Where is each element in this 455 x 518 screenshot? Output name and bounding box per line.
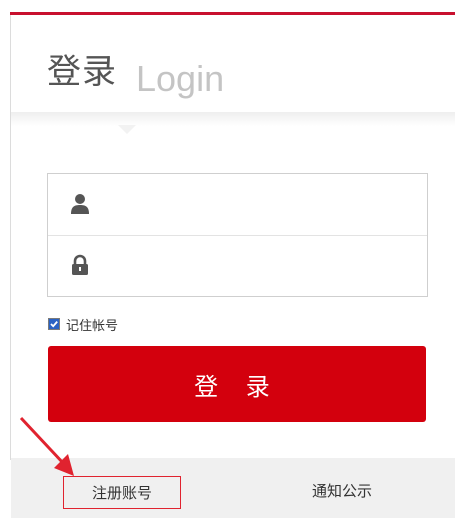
password-input[interactable] xyxy=(108,248,412,286)
username-input[interactable] xyxy=(108,186,412,224)
title-divider xyxy=(11,112,455,126)
remember-checkbox[interactable] xyxy=(48,318,60,330)
lock-icon xyxy=(70,254,90,276)
username-row xyxy=(48,174,427,236)
caret-pointer xyxy=(118,125,136,134)
user-icon xyxy=(70,193,90,215)
login-button[interactable]: 登 录 xyxy=(48,346,426,422)
notice-link[interactable]: 通知公示 xyxy=(312,480,372,504)
register-link[interactable]: 注册账号 xyxy=(63,476,181,509)
credentials-box xyxy=(47,173,428,297)
remember-account[interactable]: 记住帐号 xyxy=(48,316,119,334)
page-title-en: Login xyxy=(136,58,225,99)
password-row xyxy=(48,236,427,297)
remember-label: 记住帐号 xyxy=(66,318,119,334)
page-title-cn: 登录 xyxy=(47,52,117,92)
